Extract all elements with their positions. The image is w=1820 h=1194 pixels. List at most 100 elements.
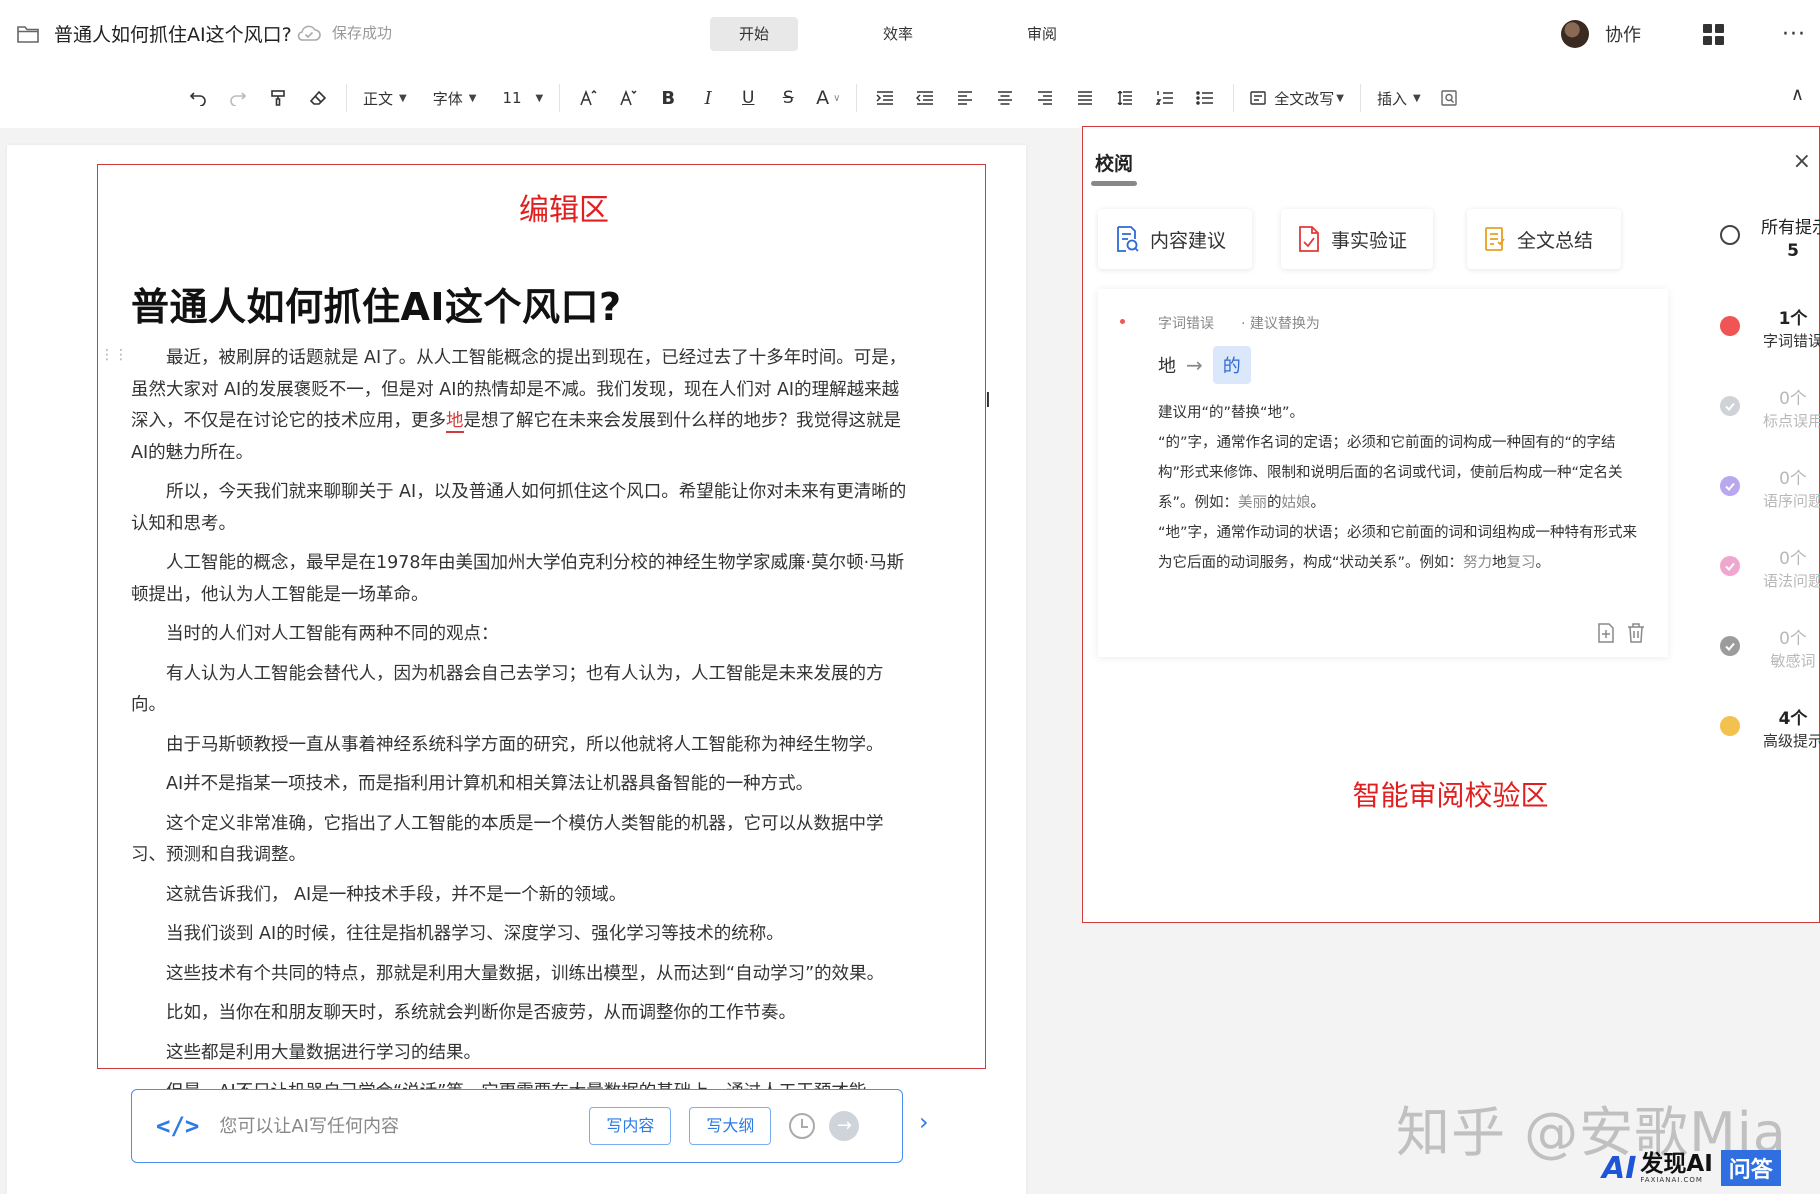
send-arrow-icon[interactable]: →: [829, 1111, 860, 1141]
align-left-button[interactable]: [945, 82, 985, 114]
document-heading[interactable]: 普通人如何抓住AI这个风口?: [131, 276, 622, 331]
drag-handle-icon[interactable]: ⋮⋮: [100, 348, 128, 362]
strikethrough-button[interactable]: S: [768, 82, 808, 114]
italic-button[interactable]: I: [688, 82, 728, 114]
paragraph-style-dropdown[interactable]: 正文 ▼: [355, 82, 415, 114]
cloud-icon: [297, 25, 321, 41]
delete-icon[interactable]: [1626, 622, 1646, 644]
avatar[interactable]: [1561, 20, 1590, 48]
issue-actions: [1586, 622, 1646, 644]
tab-review[interactable]: 审阅: [998, 17, 1086, 51]
text-cursor-icon: I: [985, 388, 991, 412]
doc-search-icon: [1440, 90, 1457, 106]
paragraph[interactable]: 这些技术有个共同的特点，那就是利用大量数据，训练出模型，从而达到“自动学习”的效…: [131, 959, 907, 991]
doc-title[interactable]: 普通人如何抓住AI这个风口?: [54, 20, 292, 47]
align-right-button[interactable]: [1025, 82, 1065, 114]
clear-format-button[interactable]: [298, 82, 338, 114]
apps-grid-icon[interactable]: [1703, 23, 1725, 45]
more-icon[interactable]: ···: [1782, 22, 1806, 47]
paragraph[interactable]: AI并不是指某一项技术，而是指利用计算机和相关算法让机器具备智能的一种方式。: [131, 769, 907, 801]
panel-title[interactable]: 校阅: [1095, 149, 1133, 176]
summary-button[interactable]: 全文总结: [1467, 209, 1621, 269]
bullet-list-button[interactable]: [1185, 82, 1225, 114]
decrease-font-button[interactable]: [608, 82, 648, 114]
paragraph[interactable]: 由于马斯顿教授一直从事着神经系统科学方面的研究，所以他就将人工智能称为神经生物学…: [131, 730, 907, 762]
paragraph[interactable]: 这就告诉我们， AI是一种技术手段，并不是一个新的领域。: [131, 880, 907, 912]
line-spacing-button[interactable]: [1105, 82, 1145, 114]
align-right-icon: [1038, 91, 1053, 105]
rewrite-dropdown[interactable]: 全文改写 ▼: [1242, 82, 1352, 114]
issue-replacement: 地 → 的: [1158, 346, 1251, 384]
paragraph[interactable]: 比如，当你在和朋友聊天时，系统就会判断你是否疲劳，从而调整你的工作节奏。: [131, 998, 907, 1030]
fact-check-button[interactable]: 事实验证: [1281, 209, 1433, 269]
indent-increase-button[interactable]: [865, 82, 905, 114]
category-advanced[interactable]: 4个 高级提示: [1703, 696, 1820, 756]
write-outline-button[interactable]: 写大纲: [689, 1107, 772, 1145]
paragraph[interactable]: 有人认为人工智能会替代人，因为机器会自己去学习；也有人认为，人工智能是未来发展的…: [131, 659, 907, 722]
content-suggest-button[interactable]: 内容建议: [1098, 209, 1252, 269]
category-word-order[interactable]: 0个 语序问题: [1703, 456, 1820, 516]
paragraph[interactable]: 这些都是利用大量数据进行学习的结果。: [131, 1038, 907, 1070]
arrow-right-icon: →: [1186, 353, 1203, 377]
redo-button[interactable]: [218, 82, 258, 114]
undo-button[interactable]: [178, 82, 218, 114]
check-circle-icon: [1720, 636, 1740, 656]
font-decrease-icon: [620, 89, 637, 106]
justify-button[interactable]: [1065, 82, 1105, 114]
category-sensitive[interactable]: 0个 敏感词: [1703, 616, 1820, 676]
font-color-button[interactable]: A ∨: [808, 82, 848, 114]
folder-icon[interactable]: [16, 24, 40, 44]
paragraph[interactable]: 当时的人们对人工智能有两种不同的观点：: [131, 619, 907, 651]
caret-down-icon: ▼: [1412, 92, 1421, 104]
add-to-dictionary-icon[interactable]: [1596, 622, 1616, 644]
paragraph[interactable]: 当我们谈到 AI的时候，往往是指机器学习、深度学习、强化学习等技术的统称。: [131, 919, 907, 951]
issue-card[interactable]: 字词错误 · 建议替换为 地 → 的 建议用“的”替换“地”。 “的”字，通常作…: [1098, 289, 1668, 657]
line-spacing-icon: [1117, 91, 1133, 105]
check-circle-icon: [1720, 396, 1740, 416]
font-increase-icon: [580, 89, 597, 106]
ai-prompt-input[interactable]: [219, 1115, 590, 1137]
align-center-button[interactable]: [985, 82, 1025, 114]
collab-button[interactable]: 协作: [1605, 21, 1641, 47]
format-painter-button[interactable]: [258, 82, 298, 114]
search-doc-button[interactable]: [1429, 82, 1469, 114]
history-clock-icon[interactable]: [789, 1113, 816, 1139]
document-body[interactable]: 最近，被刷屏的话题就是 AI了。从人工智能概念的提出到现在，已经过去了十多年时间…: [131, 343, 907, 1117]
toolbar-divider: [856, 84, 858, 112]
category-punctuation[interactable]: 0个 标点误用: [1703, 376, 1820, 436]
original-word: 地: [1158, 356, 1176, 377]
edit-zone-label: 编辑区: [519, 193, 609, 228]
caret-down-icon: ▼: [468, 92, 477, 104]
replace-suggestion-button[interactable]: 的: [1212, 346, 1251, 384]
font-family-dropdown[interactable]: 字体 ▼: [425, 82, 485, 114]
paragraph[interactable]: 这个定义非常准确，它指出了人工智能的本质是一个模仿人类智能的机器，它可以从数据中…: [131, 809, 907, 872]
bold-button[interactable]: B: [648, 82, 688, 114]
chevron-right-icon[interactable]: ›: [919, 1108, 929, 1136]
align-center-icon: [998, 91, 1013, 105]
close-icon[interactable]: ×: [1793, 149, 1811, 174]
indent-decrease-button[interactable]: [905, 82, 945, 114]
flagged-word[interactable]: 地: [446, 411, 464, 433]
category-grammar[interactable]: 0个 语法问题: [1703, 536, 1820, 596]
category-word-error[interactable]: 1个 字词错误: [1703, 296, 1820, 356]
collapse-toolbar-icon[interactable]: ∧: [1791, 84, 1804, 105]
paragraph[interactable]: 所以，今天我们就来聊聊关于 AI，以及普通人如何抓住这个风口。希望能让你对未来有…: [131, 477, 907, 540]
panel-tab-indicator: [1091, 181, 1137, 186]
toolbar-divider: [1359, 84, 1361, 112]
issue-type: 字词错误: [1158, 316, 1214, 332]
write-content-button[interactable]: 写内容: [589, 1107, 672, 1145]
underline-button[interactable]: U: [728, 82, 768, 114]
toolbar-divider: [1233, 84, 1235, 112]
numbered-list-button[interactable]: [1145, 82, 1185, 114]
paragraph[interactable]: 最近，被刷屏的话题就是 AI了。从人工智能概念的提出到现在，已经过去了十多年时间…: [131, 343, 907, 469]
font-size-dropdown[interactable]: 11 ▼: [494, 82, 551, 114]
insert-dropdown[interactable]: 插入 ▼: [1369, 82, 1429, 114]
paragraph[interactable]: 人工智能的概念，最早是在1978年由美国加州大学伯克利分校的神经生物学家威廉·莫…: [131, 548, 907, 611]
save-status: 保存成功: [296, 22, 392, 43]
tab-start[interactable]: 开始: [710, 17, 798, 51]
tab-efficiency[interactable]: 效率: [854, 17, 942, 51]
content-suggest-icon: [1117, 226, 1139, 252]
category-all[interactable]: 所有提示 5: [1703, 205, 1820, 265]
main-tabs: 开始 效率 审阅: [710, 17, 1142, 51]
increase-font-button[interactable]: [568, 82, 608, 114]
